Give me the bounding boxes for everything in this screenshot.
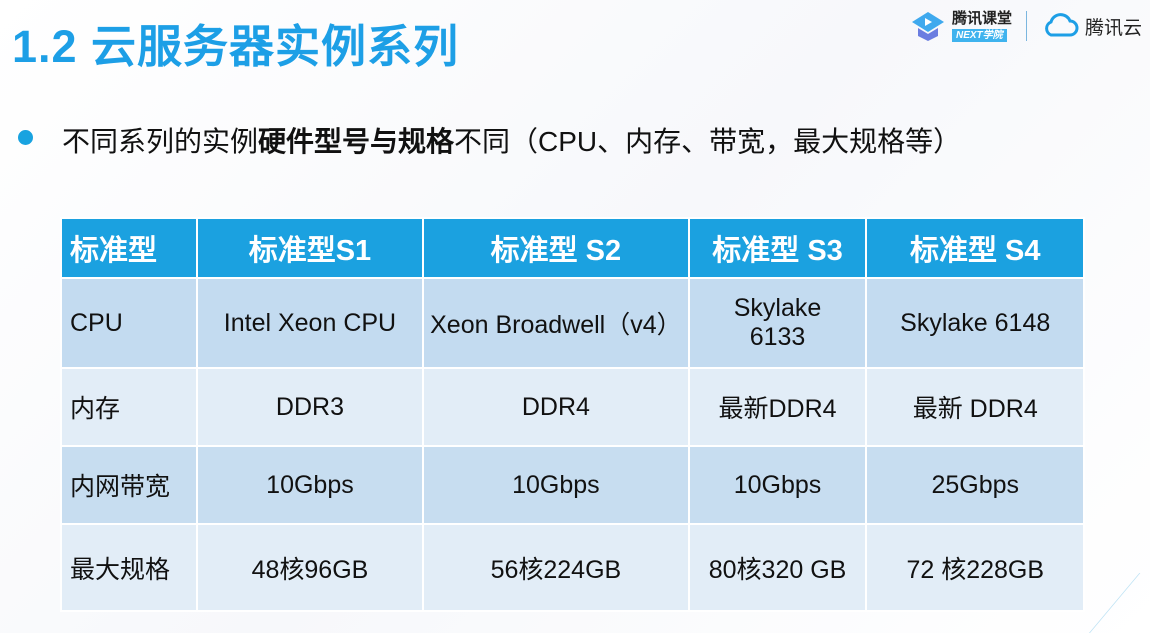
table-cell: Xeon Broadwell（v4）: [422, 277, 690, 369]
header-cell: 标准型 S4: [865, 217, 1085, 279]
table-cell: 最新 DDR4: [865, 367, 1085, 447]
logo-ketang-text: 腾讯课堂: [952, 9, 1013, 27]
table-cell: 最新DDR4: [687, 367, 868, 447]
table-cell: 25Gbps: [865, 445, 1085, 525]
row-label: CPU: [60, 277, 198, 369]
bullet-dot: [18, 130, 33, 145]
bullet-text-pre: 不同系列的实例: [62, 126, 259, 157]
bullet-text: 不同系列的实例硬件型号与规格不同（CPU、内存、带宽，最大规格等）: [62, 120, 961, 160]
table-cell: Skylake 6148: [865, 277, 1085, 369]
table-row: 内存 DDR3 DDR4 最新DDR4 最新 DDR4: [60, 367, 1085, 447]
table-cell: 72 核228GB: [865, 523, 1085, 612]
slide-title: 1.2 云服务器实例系列: [12, 21, 460, 72]
table-cell: 10Gbps: [195, 445, 425, 525]
table-cell: 10Gbps: [687, 445, 868, 525]
table-header-row: 标准型 标准型S1 标准型 S2 标准型 S3 标准型 S4: [60, 217, 1085, 279]
row-label: 内存: [60, 367, 198, 447]
table-cell: 48核96GB: [195, 523, 425, 612]
tencent-cloud-icon: [1045, 13, 1079, 37]
table-row: 最大规格 48核96GB 56核224GB 80核320 GB 72 核228G…: [60, 523, 1085, 612]
table-cell: Skylake 6133: [687, 277, 868, 369]
table-cell: 80核320 GB: [687, 523, 868, 612]
table-row: CPU Intel Xeon CPU Xeon Broadwell（v4） Sk…: [60, 277, 1085, 369]
table-cell: 10Gbps: [422, 445, 690, 525]
bullet-text-bold: 硬件型号与规格: [258, 126, 455, 157]
header-cell: 标准型 S3: [687, 217, 868, 279]
row-label: 最大规格: [60, 523, 198, 612]
row-label: 内网带宽: [60, 445, 198, 525]
header-cell: 标准型: [60, 217, 198, 279]
tencent-classroom-logo-icon: [912, 12, 944, 41]
logo-next-text: NEXT学院: [952, 28, 1007, 42]
logo-divider: [1026, 11, 1028, 41]
table-cell: Intel Xeon CPU: [195, 277, 425, 369]
brand-logo: 腾讯课堂 NEXT学院 腾讯云: [910, 8, 1142, 44]
header-cell: 标准型 S2: [422, 217, 690, 279]
instance-spec-table: 标准型 标准型S1 标准型 S2 标准型 S3 标准型 S4 CPU Intel…: [60, 217, 1085, 612]
corner-decoration: [1089, 573, 1150, 633]
table-cell: 56核224GB: [422, 523, 690, 612]
header-cell: 标准型S1: [195, 217, 425, 279]
bullet-text-post: 不同（CPU、内存、带宽，最大规格等）: [454, 126, 962, 157]
table-row: 内网带宽 10Gbps 10Gbps 10Gbps 25Gbps: [60, 445, 1085, 525]
table-cell: DDR3: [195, 367, 425, 447]
logo-cloud-text: 腾讯云: [1085, 17, 1143, 39]
table-cell: DDR4: [422, 367, 690, 447]
